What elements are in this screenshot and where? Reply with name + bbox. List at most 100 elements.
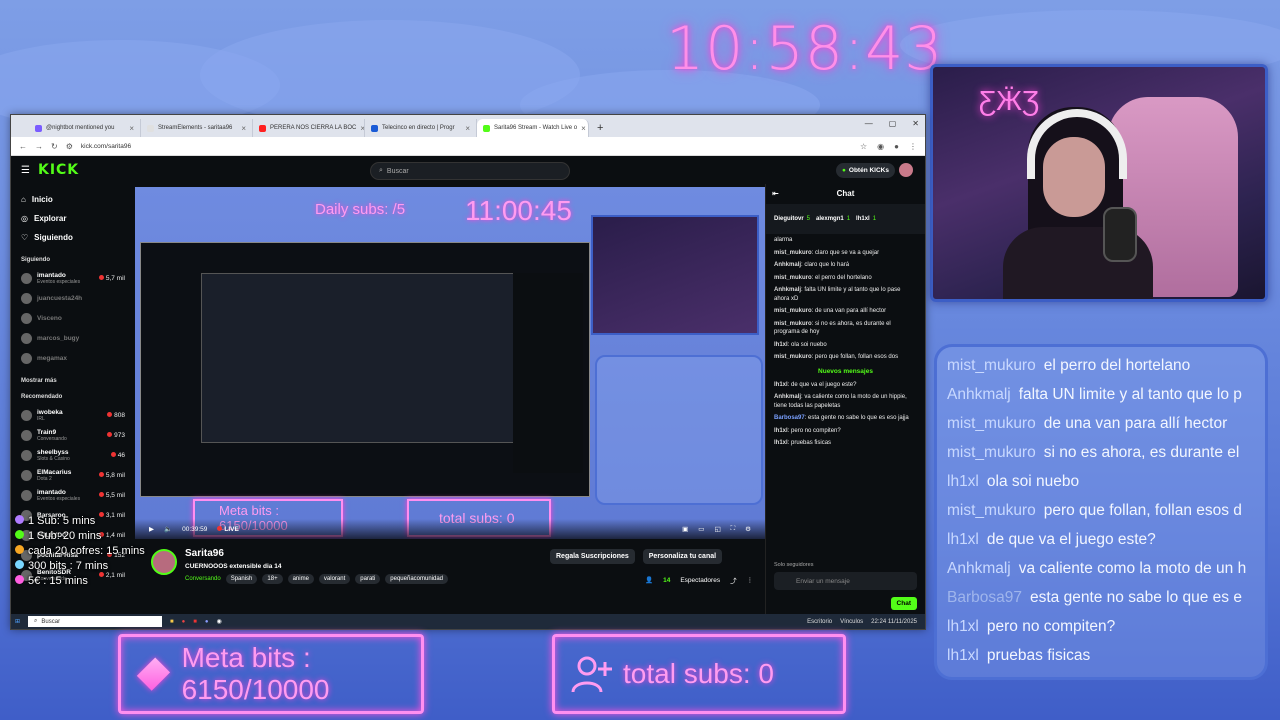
get-kicks-button[interactable]: ● Obtén KICKs (835, 163, 895, 178)
streamer-avatar[interactable] (151, 549, 177, 575)
volume-icon[interactable]: 🔈 (164, 525, 172, 533)
channel-viewers: 808 (107, 411, 125, 419)
leaderboard-entry[interactable]: Dieguitovr 5 (774, 216, 810, 222)
streamer-name[interactable]: Sarita96 (185, 548, 224, 559)
chat-username[interactable]: mist_mukuro (774, 275, 812, 281)
chat-username[interactable]: mist_mukuro (774, 250, 812, 256)
tab-close-icon[interactable]: × (465, 124, 470, 133)
stream-tag[interactable]: pequeñacomunidad (385, 574, 449, 584)
leaderboard-entry[interactable]: alexmgn1 1 (816, 216, 850, 222)
forward-icon[interactable]: → (35, 142, 43, 151)
sidebar-channel[interactable]: megamax (21, 348, 125, 368)
tab-close-icon[interactable]: × (581, 124, 586, 133)
settings-icon[interactable]: ⚙ (745, 525, 751, 533)
stream-tag[interactable]: anime (287, 574, 314, 584)
reload-icon[interactable]: ↻ (51, 142, 58, 151)
viewers-label: Espectadores (680, 576, 721, 584)
windows-start-icon[interactable]: ⊞ (15, 618, 20, 625)
maximize-icon[interactable]: ▢ (889, 119, 897, 128)
tab-close-icon[interactable]: × (241, 124, 246, 133)
browser-tab[interactable]: Telecinco en directo | Progr × (365, 119, 477, 137)
extension-icon[interactable]: ◉ (877, 142, 884, 151)
chat-username[interactable]: Barbosa97 (774, 415, 805, 421)
url-field[interactable]: kick.com/sarita96 (81, 143, 131, 150)
stream-category[interactable]: Conversando (185, 576, 221, 582)
bookmark-star-icon[interactable]: ☆ (860, 142, 867, 151)
pip-icon[interactable]: ◱ (714, 525, 720, 533)
sidebar-channel[interactable]: marcos_bugy (21, 328, 125, 348)
chat-username[interactable]: mist_mukuro (774, 354, 812, 360)
obs-icon[interactable]: ◉ (217, 618, 222, 625)
sidebar-channel[interactable]: ElMacarius Dota 2 5,8 mil (21, 465, 125, 485)
kick-logo[interactable]: KICK (38, 162, 79, 178)
show-more-link[interactable]: Mostrar más (21, 378, 125, 384)
browser-tab[interactable]: Sarita96 Stream - Watch Live o × (477, 119, 589, 137)
customize-channel-button[interactable]: Personaliza tu canal (642, 549, 723, 564)
back-icon[interactable]: ← (19, 142, 27, 151)
chat-username[interactable]: lh1xl (774, 428, 788, 434)
nav-home[interactable]: ⌂ Inicio (21, 190, 125, 209)
sidebar-channel[interactable]: iwobeka IRL 808 (21, 405, 125, 425)
chat-message-input[interactable]: Enviar un mensaje (774, 572, 917, 590)
sidebar-channel[interactable]: imantado Eventos especiales 5,7 mil (21, 268, 125, 288)
discord-icon[interactable]: ● (205, 619, 209, 625)
clip-icon[interactable]: ▣ (682, 525, 688, 533)
chat-username[interactable]: mist_mukuro (774, 308, 812, 314)
minimize-icon[interactable]: — (865, 119, 873, 128)
new-messages-divider[interactable]: Nuevos mensajes (766, 368, 925, 375)
browser-tab[interactable]: PERERA NOS CIERRA LA BOC × (253, 119, 365, 137)
sidebar-channel[interactable]: imantado Eventos especiales 5,5 mil (21, 485, 125, 505)
channel-category: Dota 2 (37, 475, 52, 482)
profile-icon[interactable]: ● (894, 142, 899, 151)
stream-tag[interactable]: 18+ (262, 574, 283, 584)
tray-links[interactable]: Vínculos (840, 619, 863, 625)
tab-close-icon[interactable]: × (129, 124, 134, 133)
chat-send-button[interactable]: Chat (890, 597, 917, 610)
kick-search-input[interactable]: ⌕ Buscar (370, 162, 570, 180)
chat-username[interactable]: lh1xl (774, 382, 788, 388)
overlay-chat-line: mist_mukuro el perro del hortelano (947, 351, 1255, 380)
chat-username[interactable]: Anhkmalj (774, 394, 801, 400)
menu-icon[interactable]: ⋮ (909, 142, 917, 151)
nested-overlay-text: Daily subs: /5 (315, 201, 406, 218)
fullscreen-icon[interactable]: ⛶ (731, 525, 736, 533)
file-explorer-icon[interactable]: ■ (170, 619, 174, 625)
site-info-icon[interactable]: ⚙ (66, 142, 73, 151)
chrome-icon[interactable]: ● (182, 619, 186, 625)
tab-title: @nightbot mentioned you (46, 125, 115, 131)
user-avatar[interactable] (899, 163, 913, 177)
sidebar-channel[interactable]: sheelbyss Slots & Casino 46 (21, 445, 125, 465)
new-tab-icon[interactable]: + (589, 122, 611, 137)
video-player[interactable]: Daily subs: /5 11:00:45 Meta bits : 6150… (135, 187, 765, 539)
browser-tab[interactable]: @nightbot mentioned you × (29, 119, 141, 137)
app-icon[interactable]: ■ (193, 619, 197, 625)
sidebar-channel[interactable]: juancuesta24h (21, 288, 125, 308)
tray-desktop[interactable]: Escritorio (807, 619, 832, 625)
stream-tag[interactable]: Spanish (225, 574, 258, 584)
sidebar-channel[interactable]: Visceno (21, 308, 125, 328)
close-icon[interactable]: ✕ (912, 119, 919, 128)
stream-tag[interactable]: parati (355, 574, 381, 584)
theater-icon[interactable]: ▭ (698, 525, 704, 533)
tray-clock[interactable]: 22:24 11/11/2025 (871, 619, 917, 625)
chat-username[interactable]: lh1xl (774, 342, 788, 348)
nav-explore[interactable]: ◎ Explorar (21, 209, 125, 228)
browser-tab[interactable]: StreamElements - saritaa96 × (141, 119, 253, 137)
chat-username[interactable]: mist_mukuro (774, 321, 812, 327)
leaderboard-entry[interactable]: lh1xl 1 (856, 216, 876, 222)
chat-message: lh1xl: pero no compiten? (766, 425, 925, 438)
channel-avatar (21, 312, 32, 324)
collapse-chat-icon[interactable]: ⇤ (772, 184, 779, 204)
chat-username[interactable]: Anhkmalj (774, 262, 801, 268)
hamburger-icon[interactable]: ☰ (21, 165, 30, 176)
taskbar-search[interactable]: ⌕ Buscar (28, 616, 163, 627)
play-icon[interactable]: ▶ (149, 525, 154, 533)
sidebar-channel[interactable]: Train9 Conversando 973 (21, 425, 125, 445)
gift-subs-button[interactable]: Regala Suscripciones (550, 549, 635, 564)
nav-following[interactable]: ♡ Siguiendo (21, 228, 125, 247)
chat-username[interactable]: lh1xl (774, 440, 788, 446)
share-icon[interactable]: ⤴ (730, 575, 737, 585)
chat-username[interactable]: Anhkmalj (774, 287, 801, 293)
more-icon[interactable]: ⋮ (747, 576, 754, 584)
stream-tag[interactable]: valorant (318, 574, 351, 584)
